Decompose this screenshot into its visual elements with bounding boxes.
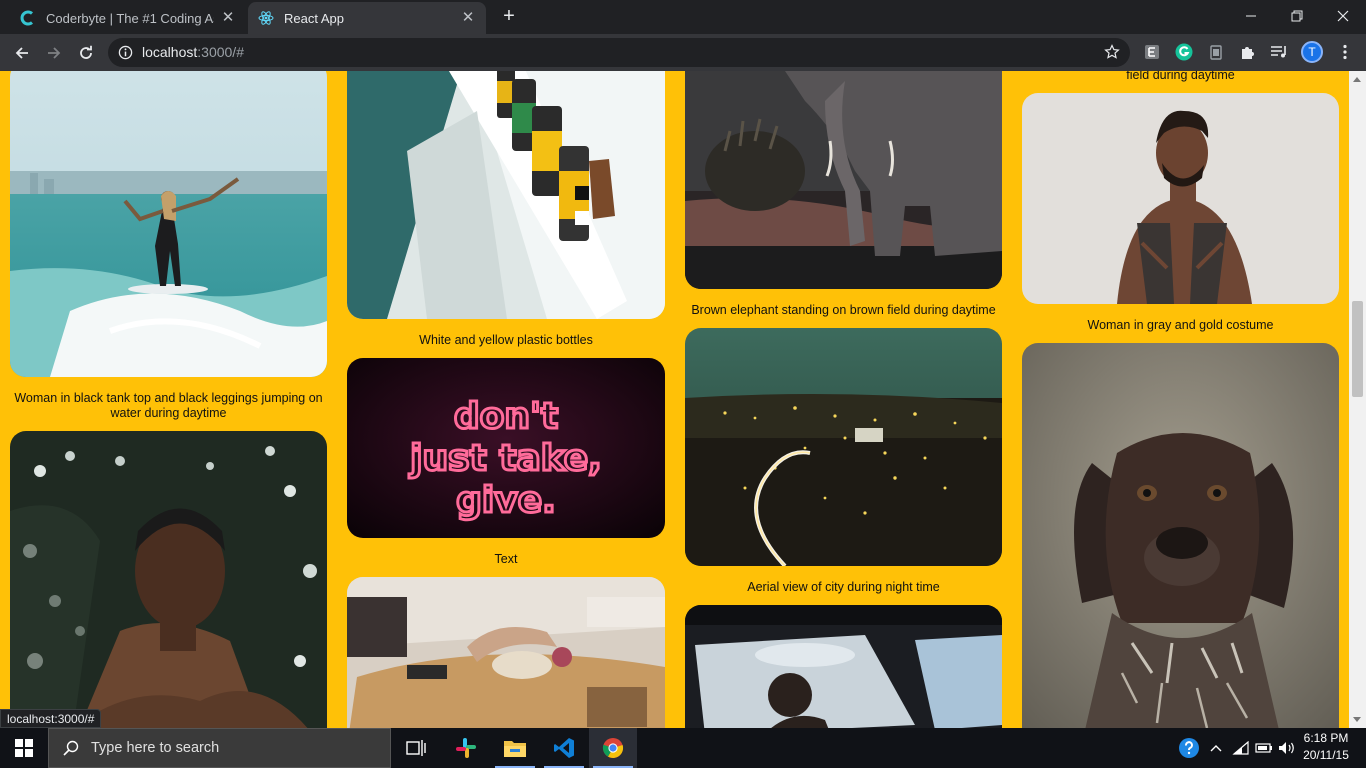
extension-e-icon[interactable] <box>1143 43 1161 61</box>
tab-coderbyte[interactable]: Coderbyte | The #1 Coding Asses ✕ <box>10 2 246 34</box>
page-viewport: Woman in black tank top and black leggin… <box>0 71 1366 728</box>
browser-toolbar: localhost:3000/# T <box>0 34 1366 71</box>
address-url: localhost:3000/# <box>142 44 244 60</box>
restore-icon[interactable] <box>1274 0 1320 32</box>
clock-time: 6:18 PM <box>1303 731 1349 745</box>
puzzle-extensions-icon[interactable] <box>1239 43 1257 61</box>
show-hidden-icons-chevron-icon[interactable] <box>1206 728 1226 768</box>
windows-taskbar: Type here to search 6:18 PM 20/11/15 <box>0 728 1366 768</box>
wifi-icon[interactable] <box>1230 728 1252 768</box>
menu-kebab-icon[interactable] <box>1336 43 1354 61</box>
page-scrollbar[interactable] <box>1349 71 1366 728</box>
close-window-icon[interactable] <box>1320 0 1366 32</box>
card-caption: field during daytime <box>1126 71 1235 82</box>
battery-icon[interactable] <box>1253 728 1275 768</box>
card-caption: Woman in black tank top and black leggin… <box>14 391 323 420</box>
reload-icon[interactable] <box>72 39 100 67</box>
bed-table-photo <box>347 577 665 728</box>
profile-avatar[interactable]: T <box>1301 41 1323 63</box>
gallery-card-neon[interactable]: don't just take, give. <box>347 358 665 538</box>
card-caption: Brown elephant standing on brown field d… <box>691 303 996 317</box>
neon-line-3: give. <box>456 480 556 521</box>
bookmark-star-icon[interactable] <box>1104 44 1120 60</box>
painted-man-photo <box>1022 93 1339 304</box>
gallery-card-car[interactable] <box>685 605 1002 728</box>
close-icon[interactable]: ✕ <box>460 10 476 26</box>
car-interior-photo <box>685 605 1002 728</box>
coderbyte-icon <box>20 10 33 26</box>
status-url-bubble: localhost:3000/# <box>0 709 102 728</box>
card-caption: Text <box>494 552 518 566</box>
search-placeholder: Type here to search <box>91 740 220 756</box>
browser-tab-strip: Coderbyte | The #1 Coding Asses ✕ React … <box>0 0 1366 34</box>
taskbar-clock[interactable]: 6:18 PM 20/11/15 <box>1296 730 1356 764</box>
neon-sign-photo: don't just take, give. <box>347 358 665 538</box>
taskbar-search-box[interactable]: Type here to search <box>48 728 391 768</box>
grammarly-icon[interactable] <box>1175 43 1193 61</box>
back-icon[interactable] <box>8 39 36 67</box>
gallery-card-painted-man[interactable] <box>1022 93 1339 304</box>
close-icon[interactable]: ✕ <box>220 10 236 26</box>
tab-react-app[interactable]: React App ✕ <box>248 2 486 34</box>
neon-line-1: don't <box>454 396 558 437</box>
neon-line-2: just take, <box>408 438 602 479</box>
react-icon <box>258 11 274 25</box>
volume-icon[interactable] <box>1276 728 1298 768</box>
media-queue-icon[interactable] <box>1270 43 1288 61</box>
gallery-card-film[interactable] <box>347 71 665 319</box>
scroll-down-arrow-icon[interactable] <box>1353 717 1361 722</box>
card-caption: White and yellow plastic bottles <box>419 333 593 347</box>
slack-icon[interactable] <box>442 728 490 768</box>
new-tab-button[interactable]: + <box>496 6 522 28</box>
windows-start-icon[interactable] <box>0 728 48 768</box>
clipboard-icon[interactable] <box>1207 43 1225 61</box>
search-icon <box>63 740 79 756</box>
man-in-flowers-photo <box>10 431 327 728</box>
clock-date: 20/11/15 <box>1303 748 1349 762</box>
dog-photo <box>1022 343 1339 728</box>
gallery-card-elephant[interactable] <box>685 71 1002 289</box>
forward-icon[interactable] <box>40 39 68 67</box>
gallery-card-night-city[interactable] <box>685 328 1002 566</box>
night-city-photo <box>685 328 1002 566</box>
elephant-photo <box>685 71 1002 289</box>
scroll-up-arrow-icon[interactable] <box>1353 77 1361 82</box>
info-icon[interactable] <box>118 45 133 60</box>
address-bar[interactable]: localhost:3000/# <box>108 38 1130 67</box>
film-canisters-photo <box>347 71 665 319</box>
vscode-icon[interactable] <box>540 728 588 768</box>
url-host: localhost <box>142 44 198 60</box>
scrollbar-thumb[interactable] <box>1352 301 1363 397</box>
task-view-icon[interactable] <box>392 728 440 768</box>
surfer-photo <box>10 71 327 377</box>
gallery-card-man-flowers[interactable] <box>10 431 327 728</box>
card-caption: Aerial view of city during night time <box>747 580 940 594</box>
file-explorer-icon[interactable] <box>491 728 539 768</box>
chrome-icon[interactable] <box>589 728 637 768</box>
gallery-card-dog[interactable] <box>1022 343 1339 728</box>
tab-title: React App <box>284 10 344 26</box>
gallery-card-surfer[interactable] <box>10 71 327 377</box>
card-caption: Woman in gray and gold costume <box>1087 318 1274 332</box>
minimize-icon[interactable] <box>1228 0 1274 32</box>
url-path: :3000/# <box>197 44 244 60</box>
help-icon[interactable] <box>1176 728 1202 768</box>
gallery-card-bed[interactable] <box>347 577 665 728</box>
tab-title: Coderbyte | The #1 Coding Asses <box>46 10 214 26</box>
